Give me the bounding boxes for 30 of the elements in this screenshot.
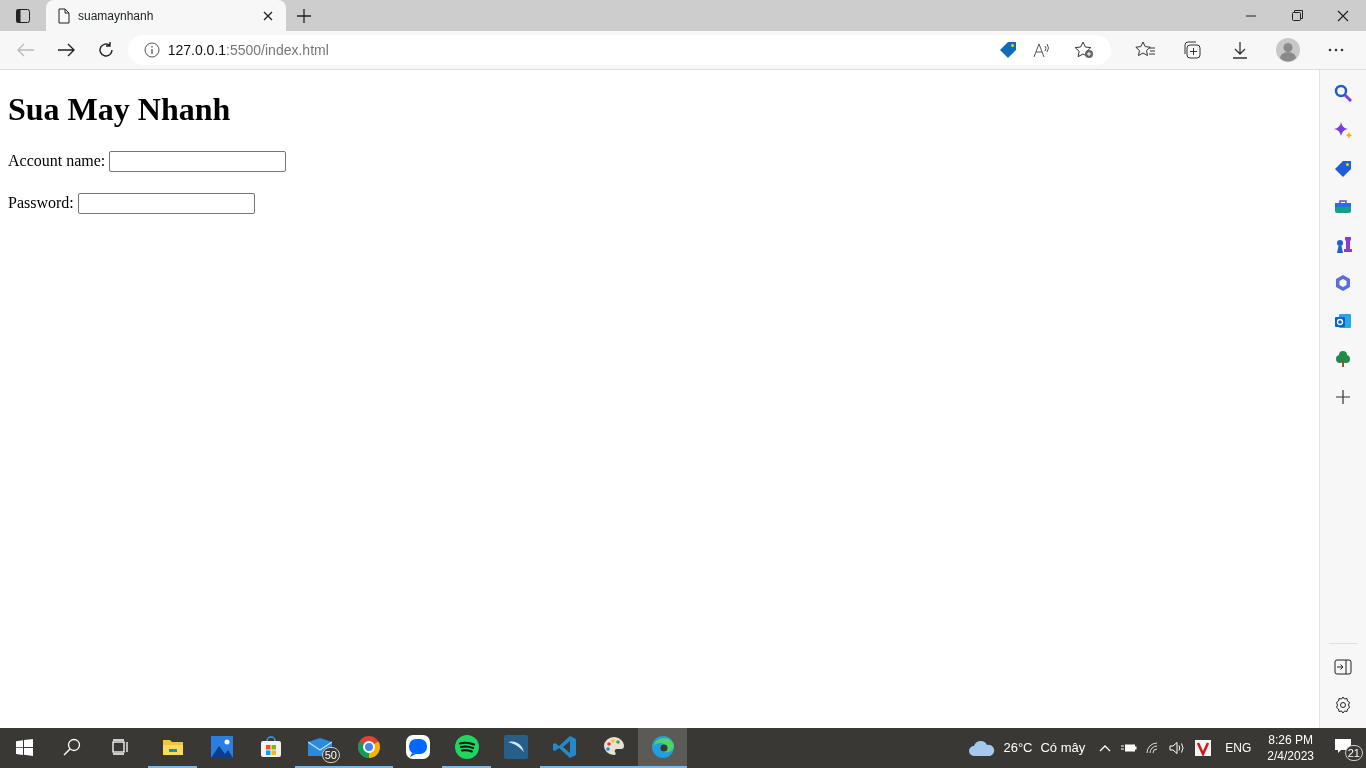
tag-icon [998,41,1017,59]
weather-condition: Có mây [1040,739,1086,758]
store-icon [259,736,282,758]
input-field[interactable] [109,150,287,172]
folder-icon [161,738,184,756]
dolphin-icon [503,735,528,759]
input-field[interactable] [77,192,255,214]
page-icon [58,7,70,24]
photos-icon [210,736,233,758]
clock-date: 2/4/2023 [1267,748,1314,764]
tab-title: suamaynhanh [78,7,155,25]
music-app-icon [454,735,479,759]
chat-app-icon [405,735,430,759]
address-bar[interactable]: 127.0.0.1:5500/index.html [127,35,1111,65]
language-indicator[interactable]: ENG [1217,739,1260,757]
browser-swirl-icon [650,735,675,759]
code-editor-icon [552,735,577,759]
page-heading: Sua May Nhanh [8,90,232,129]
field-label: Password: [8,193,74,214]
notification-count: 21 [1344,745,1363,761]
taskbar-app[interactable]: 50 [295,728,344,768]
field-label: Account name: [8,151,106,172]
clock-time: 8:26 PM [1268,732,1313,748]
url-text: 127.0.0.1:5500/index.html [167,40,330,60]
notifications-button[interactable]: 21 [1322,728,1366,768]
browser-tab[interactable]: suamaynhanh [46,0,286,31]
info-icon [143,42,160,58]
browser-icon [356,735,381,759]
temperature-text: 26°C [1003,739,1033,758]
cloud-icon [969,740,996,756]
